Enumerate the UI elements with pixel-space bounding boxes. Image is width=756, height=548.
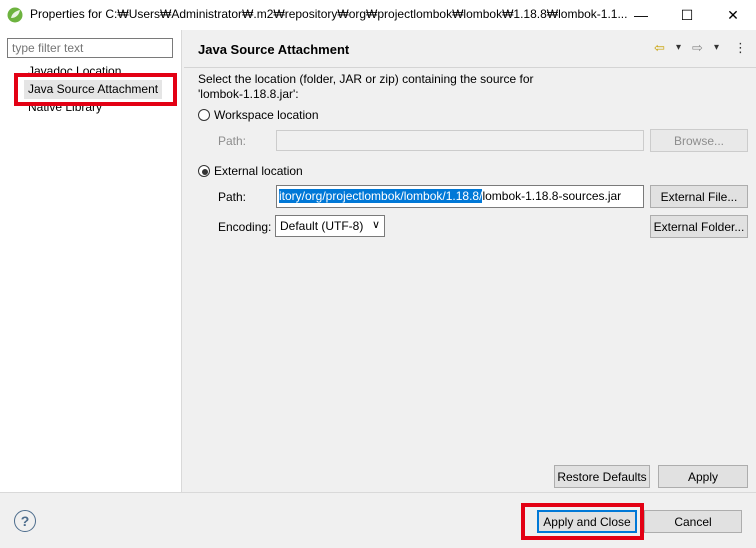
- encoding-select[interactable]: Default (UTF-8) ∨: [275, 215, 385, 237]
- external-location-radio[interactable]: [198, 165, 210, 177]
- external-location-label: External location: [214, 164, 303, 178]
- external-path-label: Path:: [218, 190, 247, 204]
- external-folder-button[interactable]: External Folder...: [650, 215, 748, 238]
- help-icon[interactable]: ?: [14, 510, 36, 532]
- view-menu-icon[interactable]: ⋮: [734, 40, 747, 56]
- close-button[interactable]: ✕: [710, 0, 756, 30]
- browse-button[interactable]: Browse...: [650, 129, 748, 152]
- back-icon[interactable]: ⇦: [654, 40, 665, 56]
- workspace-path-field[interactable]: [276, 130, 644, 151]
- cancel-button[interactable]: Cancel: [644, 510, 742, 533]
- path-rest-text: lombok-1.18.8-sources.jar: [482, 189, 622, 203]
- external-file-button[interactable]: External File...: [650, 185, 748, 208]
- encoding-label: Encoding:: [218, 220, 272, 234]
- encoding-value: Default (UTF-8): [280, 219, 364, 233]
- window-title: Properties for C:₩Users₩Administrator₩.m…: [30, 7, 628, 21]
- workspace-location-radio[interactable]: [198, 109, 210, 121]
- description: Select the location (folder, JAR or zip)…: [198, 72, 618, 102]
- highlight-box-apply-close: [521, 503, 644, 540]
- description-line-1: Select the location (folder, JAR or zip)…: [198, 72, 534, 86]
- chevron-down-icon: ∨: [371, 219, 380, 231]
- apply-button[interactable]: Apply: [658, 465, 748, 488]
- back-menu-icon[interactable]: ▾: [676, 42, 681, 53]
- path-selected-text: itory/org/projectlombok/lombok/1.18.8/: [279, 189, 483, 203]
- workspace-location-label: Workspace location: [214, 108, 319, 122]
- forward-menu-icon[interactable]: ▾: [714, 42, 719, 53]
- description-line-2: 'lombok-1.18.8.jar':: [198, 87, 299, 101]
- workspace-path-label: Path:: [218, 134, 247, 148]
- page-title: Java Source Attachment: [198, 42, 350, 57]
- minimize-button[interactable]: —: [618, 0, 664, 30]
- maximize-button[interactable]: ☐: [664, 0, 710, 30]
- highlight-box-sidebar: [14, 73, 177, 106]
- forward-icon[interactable]: ⇨: [692, 40, 703, 56]
- external-path-field[interactable]: itory/org/projectlombok/lombok/1.18.8/lo…: [276, 185, 644, 208]
- restore-defaults-button[interactable]: Restore Defaults: [554, 465, 650, 488]
- filter-input[interactable]: [7, 38, 173, 58]
- spring-leaf-icon: [7, 7, 23, 23]
